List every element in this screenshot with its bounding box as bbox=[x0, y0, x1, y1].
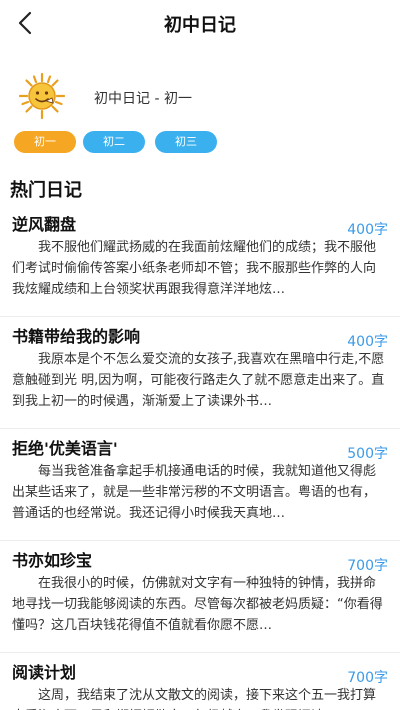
page-title: 初中日记 bbox=[164, 15, 236, 36]
diary-item-excerpt: 在我很小的时候，仿佛就对文字有一种独特的钟情，我拼命地寻找一切我能够阅读的东西。… bbox=[12, 576, 383, 633]
section-title: 热门日记 bbox=[10, 180, 82, 201]
grade-tab-1[interactable]: 初一 bbox=[14, 131, 76, 153]
word-count: 700字 bbox=[347, 558, 388, 574]
diary-item-excerpt: 我不服他们耀武扬威的在我面前炫耀他们的成绩；我不服他们考试时偷偷传答案小纸条老师… bbox=[12, 240, 377, 297]
diary-item[interactable]: 书籍带给我的影响 400字 我原本是个不怎么爱交流的女孩子,我喜欢在黑暗中行走,… bbox=[0, 317, 400, 429]
diary-item-title: 逆风翻盘 bbox=[12, 215, 77, 234]
diary-item-title: 拒绝'优美语言' bbox=[12, 439, 118, 458]
word-count: 400字 bbox=[347, 222, 388, 238]
diary-item[interactable]: 书亦如珍宝 700字 在我很小的时候，仿佛就对文字有一种独特的钟情，我拼命地寻找… bbox=[0, 541, 400, 653]
diary-item[interactable]: 逆风翻盘 400字 我不服他们耀武扬威的在我面前炫耀他们的成绩；我不服他们考试时… bbox=[0, 205, 400, 317]
diary-item-title: 阅读计划 bbox=[12, 663, 77, 682]
top-bar: 初中日记 bbox=[0, 0, 400, 46]
word-count: 500字 bbox=[347, 446, 388, 462]
diary-profile: 初中日记 - 初一 bbox=[0, 68, 400, 124]
diary-item-excerpt: 这周，我结束了沈从文散文的阅读，接下来这个五一我打算去看海底两万里和郑振铎散文，… bbox=[12, 688, 377, 710]
diary-item-title: 书亦如珍宝 bbox=[12, 551, 93, 570]
grade-tab-2[interactable]: 初二 bbox=[83, 131, 145, 153]
grade-tab-3[interactable]: 初三 bbox=[155, 131, 217, 153]
word-count: 700字 bbox=[347, 670, 388, 686]
diary-category-name: 初中日记 - 初一 bbox=[94, 91, 192, 107]
diary-item-title: 书籍带给我的影响 bbox=[12, 327, 141, 346]
sun-logo-icon bbox=[18, 72, 66, 120]
diary-item-excerpt: 我原本是个不怎么爱交流的女孩子,我喜欢在黑暗中行走,不愿意触碰到光 明,因为啊，… bbox=[12, 352, 385, 409]
word-count: 400字 bbox=[347, 334, 388, 350]
diary-item[interactable]: 阅读计划 700字 这周，我结束了沈从文散文的阅读，接下来这个五一我打算去看海底… bbox=[0, 653, 400, 710]
diary-item[interactable]: 拒绝'优美语言' 500字 每当我爸准备拿起手机接通电话的时候，我就知道他又得彪… bbox=[0, 429, 400, 541]
diary-item-excerpt: 每当我爸准备拿起手机接通电话的时候，我就知道他又得彪出某些话来了，就是一些非常污… bbox=[12, 464, 377, 521]
